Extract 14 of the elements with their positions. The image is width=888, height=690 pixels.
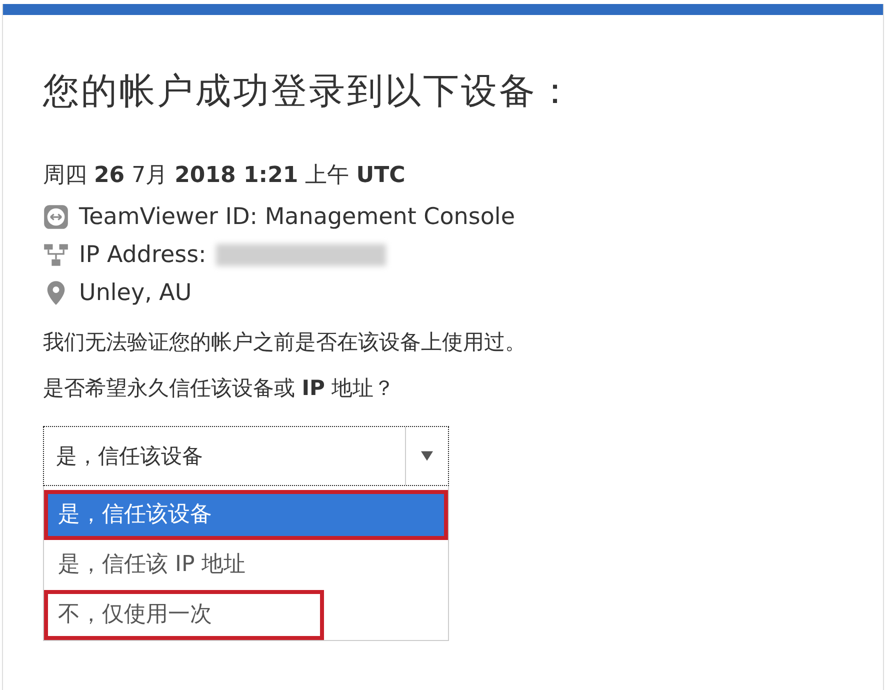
dropdown-option[interactable]: 不，仅使用一次 [44, 590, 324, 640]
detail-text: IP Address: [79, 242, 206, 268]
dropdown-option[interactable]: 是，信任该设备 [44, 490, 448, 540]
detail-text: Unley, AU [79, 280, 192, 306]
dropdown-option[interactable]: 是，信任该 IP 地址 [44, 540, 444, 590]
page-heading: 您的帐户成功登录到以下设备： [43, 70, 576, 114]
caret-icon [421, 451, 433, 461]
device-icon [43, 204, 69, 230]
trust-dropdown[interactable]: 是，信任该设备 [43, 426, 449, 486]
detail-text: TeamViewer ID: Management Console [79, 204, 515, 230]
login-time: 周四 26 7月 2018 1:21 上午 UTC [43, 162, 406, 190]
network-icon [43, 242, 69, 268]
notice-text: 我们无法验证您的帐户之前是否在该设备上使用过。 [43, 329, 527, 356]
question-text: 是否希望永久信任该设备或 IP 地址？ [43, 375, 396, 402]
